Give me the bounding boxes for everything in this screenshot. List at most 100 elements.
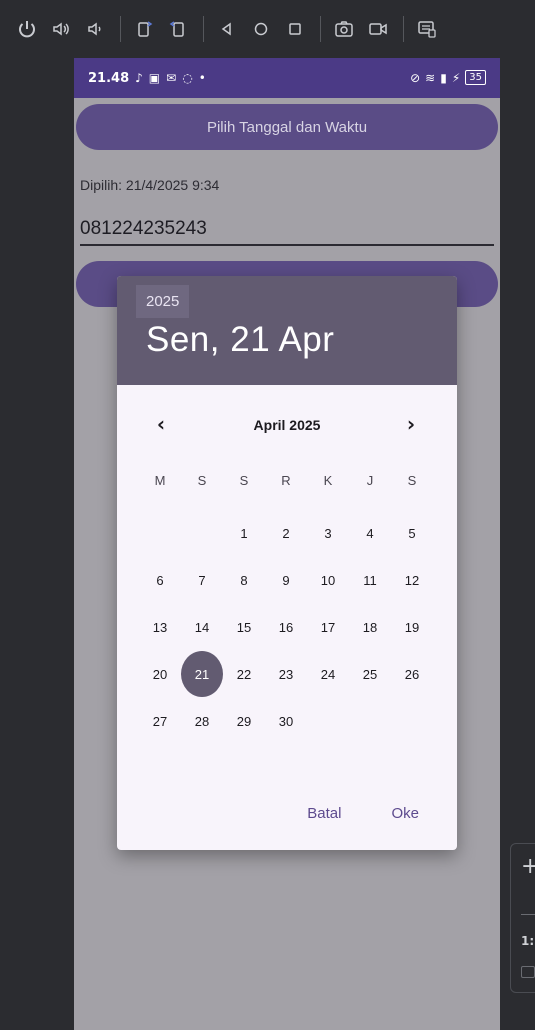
calendar-week: 1 2 3 4 5 (139, 510, 433, 556)
calendar-day-label: 9 (282, 572, 290, 588)
calendar-day-label: 11 (363, 572, 377, 588)
calendar-day[interactable]: 25 (349, 651, 391, 697)
power-icon[interactable] (16, 18, 38, 40)
calendar-day-label: 14 (194, 619, 210, 635)
calendar-day[interactable]: 12 (391, 557, 433, 603)
calendar-day[interactable]: 9 (265, 557, 307, 603)
ok-button[interactable]: Oke (391, 805, 419, 822)
year-selector[interactable]: 2025 (136, 285, 190, 318)
calendar-day[interactable]: 27 (139, 698, 181, 744)
tiktok-icon: ♪ (135, 71, 143, 85)
zoom-ratio-button[interactable]: 1:1 (521, 934, 535, 948)
zoom-out-button[interactable] (521, 914, 535, 915)
calendar-day[interactable]: 23 (265, 651, 307, 697)
rotate-right-icon[interactable] (167, 18, 189, 40)
emulator-toolbar (0, 0, 535, 58)
calendar-day[interactable]: 2 (265, 510, 307, 556)
calendar-day-label: 13 (152, 619, 168, 635)
weekday-label: S (407, 472, 417, 488)
chevron-right-icon[interactable]: › (399, 413, 423, 437)
calendar-day-label: 6 (156, 572, 164, 588)
calendar-day-label: 19 (404, 619, 420, 635)
calendar-day-label: 16 (278, 619, 294, 635)
back-icon[interactable] (216, 18, 238, 40)
calendar-week: 20 21 22 23 24 25 26 (139, 651, 433, 697)
status-bar: 21.48 ♪ ▣ ✉ ◌ • ⊘ ≋ ▮ ⚡ 35 (74, 58, 500, 98)
calendar-day[interactable]: 13 (139, 604, 181, 650)
system-icons: ⊘ ≋ ▮ ⚡ 35 (410, 70, 486, 85)
selected-datetime-label: Dipilih: 21/4/2025 9:34 (80, 177, 220, 193)
calendar-day-label: 28 (194, 713, 210, 729)
status-time: 21.48 (88, 70, 130, 86)
calendar-day-label: 27 (152, 713, 168, 729)
weekday-label: R (281, 472, 291, 488)
record-icon[interactable] (367, 18, 389, 40)
calendar-day[interactable]: 7 (181, 557, 223, 603)
calendar-day[interactable]: 8 (223, 557, 265, 603)
calendar-day[interactable]: 30 (265, 698, 307, 744)
signal-icon: ▮ (440, 70, 447, 85)
calendar-day-label: 15 (236, 619, 252, 635)
calendar-day[interactable]: 19 (391, 604, 433, 650)
screenshot-icon[interactable] (333, 18, 355, 40)
calendar-day-label: 22 (236, 666, 252, 682)
calendar-day[interactable]: 4 (349, 510, 391, 556)
calendar-week: 13 14 15 16 17 18 19 (139, 604, 433, 650)
date-picker-header: 2025 Sen, 21 Apr (117, 276, 457, 385)
calendar-day[interactable]: 1 (223, 510, 265, 556)
calendar-day-label: 30 (278, 713, 294, 729)
calendar-day[interactable]: 16 (265, 604, 307, 650)
calendar-day-label: 2 (282, 525, 290, 541)
cancel-button[interactable]: Batal (307, 805, 341, 822)
weekday-label: S (239, 472, 249, 488)
overview-icon[interactable] (284, 18, 306, 40)
pick-date-time-button[interactable]: Pilih Tanggal dan Waktu (76, 104, 498, 150)
weekday-label: J (366, 472, 374, 488)
date-picker-dialog: 2025 Sen, 21 Apr ‹ April 2025 › M S S R … (117, 276, 457, 850)
calendar-day-label: 12 (404, 572, 420, 588)
rotate-left-icon[interactable] (133, 18, 155, 40)
dialog-actions: Batal Oke (307, 805, 419, 822)
calendar-day[interactable]: 29 (223, 698, 265, 744)
calendar-day[interactable]: 11 (349, 557, 391, 603)
header-date: Sen, 21 Apr (146, 320, 335, 359)
calendar-day-label: 1 (240, 525, 248, 541)
calendar-day-label: 17 (320, 619, 336, 635)
dot-icon: • (198, 71, 206, 85)
charging-icon: ⚡ (451, 70, 461, 85)
calendar-day[interactable]: 18 (349, 604, 391, 650)
zoom-panel: + 1:1 (510, 843, 535, 993)
bag-icon: ▣ (148, 71, 161, 85)
calendar-day[interactable]: 5 (391, 510, 433, 556)
calendar-day[interactable]: 15 (223, 604, 265, 650)
calendar-day[interactable]: 22 (223, 651, 265, 697)
calendar-day-label: 10 (320, 572, 336, 588)
calendar-day-label: 3 (324, 525, 332, 541)
zoom-in-button[interactable]: + (521, 854, 535, 879)
calendar-day-label: 7 (198, 572, 206, 588)
volume-up-icon[interactable] (50, 18, 72, 40)
fit-screen-icon[interactable] (521, 966, 535, 978)
phone-number-field[interactable]: 081224235243 (80, 216, 494, 246)
toolbar-divider (403, 16, 404, 42)
calendar-day[interactable]: 21 (181, 651, 223, 697)
calendar-day[interactable]: 24 (307, 651, 349, 697)
volume-down-icon[interactable] (84, 18, 106, 40)
calendar-day-label: 18 (362, 619, 378, 635)
calendar-day-label: 4 (366, 525, 374, 541)
calendar-day[interactable]: 26 (391, 651, 433, 697)
calendar-day[interactable]: 28 (181, 698, 223, 744)
calendar-day-label: 25 (362, 666, 378, 682)
weekday-label: M (154, 472, 166, 488)
battery-indicator: 35 (465, 70, 486, 85)
home-icon[interactable] (250, 18, 272, 40)
toolbar-divider (203, 16, 204, 42)
calendar-day[interactable]: 17 (307, 604, 349, 650)
wifi-icon: ≋ (425, 70, 436, 85)
calendar-day[interactable]: 6 (139, 557, 181, 603)
calendar-day[interactable]: 10 (307, 557, 349, 603)
calendar-day[interactable]: 3 (307, 510, 349, 556)
more-icon[interactable] (416, 18, 438, 40)
calendar-day[interactable]: 20 (139, 651, 181, 697)
calendar-day[interactable]: 14 (181, 604, 223, 650)
